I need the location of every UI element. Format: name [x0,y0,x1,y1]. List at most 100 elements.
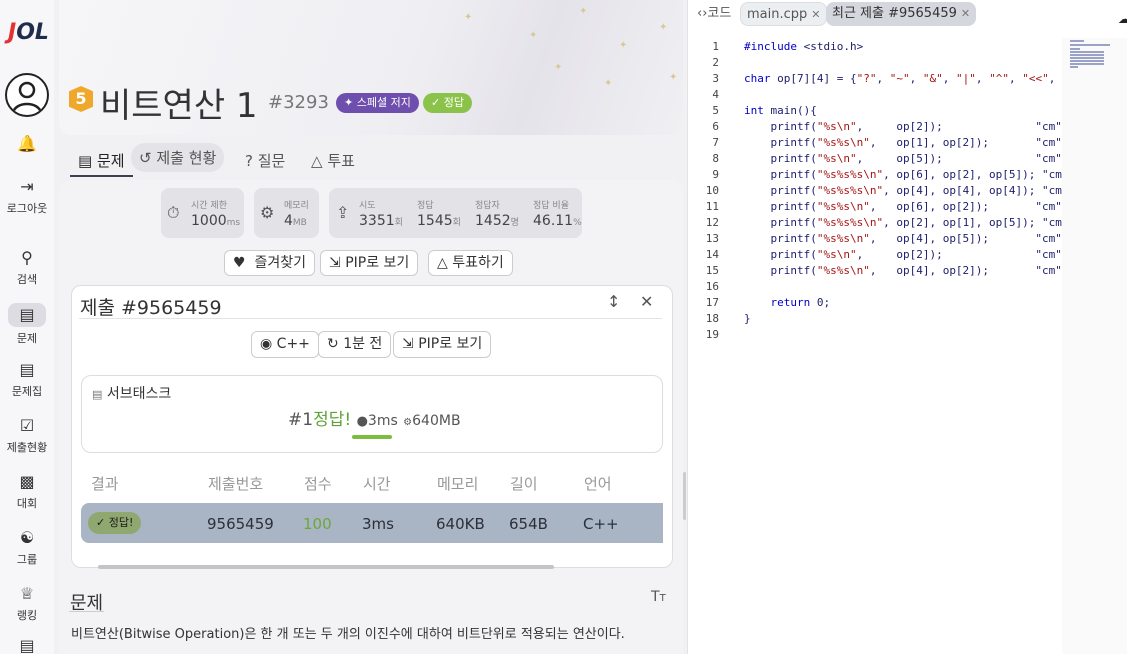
line-number: 17 [705,296,719,309]
problem-number: #3293 [268,92,329,113]
nav-label: 문제집 [11,385,43,398]
vote-button[interactable]: △ 투표하기 [428,250,513,276]
nav-more[interactable]: ▤ [0,636,54,654]
tab-problem[interactable]: ▤ 문제 [70,146,133,177]
th-language: 언어 [584,475,612,493]
vote-icon: △ [437,255,448,271]
stat-number: 1000 [191,213,227,229]
close-icon[interactable]: ✕ [811,8,820,21]
favorite-button[interactable]: ♥ 즐겨찾기 [224,250,315,276]
stat-value: 1000ms [191,213,240,229]
divider [69,611,104,612]
globe-icon: ◉ [260,336,273,352]
submission-pip-button[interactable]: ⇲ PIP로 보기 [393,331,492,358]
button-label: 1분 전 [343,336,383,352]
nav-logout[interactable]: ⇥ 로그아웃 [0,177,54,216]
nav-label: 대회 [16,497,38,510]
nav-problem[interactable]: ▤ 문제 [0,303,54,346]
nav-search[interactable]: ⚲ 검색 [0,248,54,287]
nav-contest[interactable]: ▩ 대회 [0,472,54,511]
pip-button[interactable]: ⇲ PIP로 보기 [320,250,419,276]
star-decoration: ✦ [464,12,473,23]
nav-group[interactable]: ☯ 그룹 [0,528,54,567]
pip-icon: ⇲ [329,255,341,271]
contest-icon: ▩ [19,472,35,491]
line-number: 11 [705,200,719,213]
horizontal-scrollbar[interactable] [98,565,554,569]
tab-vote[interactable]: △ 투표 [303,146,363,175]
code-line: int main(){ [744,104,817,117]
tab-status[interactable]: ↺ 제출 현황 [131,143,225,172]
code-line: char op[7][4] = {"?", "~", "&", "|", "^"… [744,72,1102,85]
stat-value: 46.11% [533,213,582,229]
line-number: 7 [712,136,719,149]
tab-label: main.cpp [747,7,808,22]
line-number: 2 [712,56,719,69]
heart-icon: ♥ [233,255,246,271]
resize-handle[interactable] [683,472,686,520]
stat-label: 시간 제한 [191,201,227,211]
subtask-result: #1정답! ●3ms ⚙640MB [288,405,461,430]
line-number: 15 [705,264,719,277]
button-label: 즐겨찾기 [254,255,306,271]
badge-label: 스페셜 저지 [356,96,411,109]
th-id: 제출번호 [208,475,264,493]
label-text: 서브태스크 [106,386,172,402]
time-ago-button[interactable]: ↻ 1분 전 [318,331,392,358]
subtask-label: ▤ 서브태스크 [92,383,171,403]
star-decoration: ✦ [579,6,588,17]
stat-time-limit: ⏱ 시간 제한 1000ms [161,188,244,238]
tab-label: 투표 [327,152,355,170]
subtask-memory: 640MB [412,413,461,429]
tab-question[interactable]: ? 질문 [237,146,293,175]
star-decoration: ✦ [529,30,538,41]
tab-main-cpp[interactable]: main.cpp ✕ [740,2,828,26]
stat-group: ⇪ 시도 3351회 정답 1545회 정답자 1452명 정답 비율 46.1… [329,188,582,238]
nav-submissions[interactable]: ☑ 제출현황 [0,416,54,455]
collapse-icon[interactable]: ↕ [607,292,620,311]
line-number: 3 [712,72,719,85]
tab-code[interactable]: ‹›코드 [691,2,737,26]
language-button[interactable]: ◉ C++ [251,331,319,358]
line-number: 5 [712,104,719,117]
avatar[interactable] [5,73,49,117]
line-number: 9 [712,168,719,181]
cell-length: 654B [509,515,548,533]
stat-number: 4 [284,213,293,229]
tab-label: 제출 현황 [156,149,217,167]
problem-title: 비트연산 1 [100,86,258,126]
code-line: printf("%s\n", op[2]); "cm">/// (1) [744,120,1114,133]
text-size-icon[interactable]: TT [651,589,666,605]
line-number: 14 [705,248,719,261]
code-line: #include <stdio.h> [744,40,864,53]
cloud-icon[interactable]: ☁ [1118,12,1127,26]
chip-icon: ⚙ [260,203,275,222]
question-icon: ? [245,152,258,170]
minimap-line [1070,57,1104,59]
code-line: printf("%s\n", op[2]); "cm">/// (9) [744,248,1114,261]
stat-number: 46.11 [533,213,574,229]
level-badge: 5 [69,86,93,112]
star-decoration: ✦ [604,78,613,89]
nav-workbook[interactable]: ▤ 문제집 [0,360,54,399]
tab-label: 코드 [707,6,732,21]
clock-icon: ↻ [327,336,339,352]
cell-time: 3ms [362,515,394,533]
minimap-line [1070,51,1104,53]
tab-label: 최근 제출 #9565459 [832,6,957,21]
site-logo[interactable]: JOL [8,20,49,45]
button-label: 투표하기 [452,255,504,271]
button-label: PIP로 보기 [418,336,483,352]
notification-button[interactable]: 🔔 [0,134,54,157]
sidebar-nav: JOL 🔔 ⇥ 로그아웃 ⚲ 검색 ▤ 문제 ▤ 문제집 ☑ 제출현황 ▩ 대회… [0,0,54,654]
nav-ranking[interactable]: ♕ 랭킹 [0,584,54,623]
star-decoration: ✦ [659,22,668,33]
close-icon[interactable]: ✕ [961,7,970,20]
code-line: printf("%s%s\n", op[6], op[2]); "cm">///… [744,200,1114,213]
code-minimap[interactable] [1062,38,1127,654]
logout-icon: ⇥ [20,177,34,196]
timer-icon: ⏱ [167,203,180,222]
tab-recent-submission[interactable]: 최근 제출 #9565459 ✕ [826,2,977,26]
nav-label: 그룹 [16,553,38,566]
close-icon[interactable]: ✕ [640,292,653,311]
